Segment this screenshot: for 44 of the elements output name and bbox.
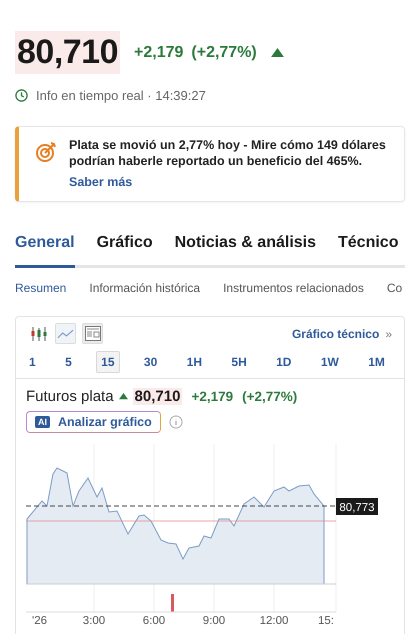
- instrument-price: 80,710: [132, 388, 182, 405]
- interval-button[interactable]: 30: [138, 351, 162, 373]
- interval-button[interactable]: 1M: [363, 351, 390, 373]
- subsection-tab[interactable]: Información histórica: [89, 281, 200, 295]
- axis-label: '26: [32, 615, 47, 627]
- instrument-name: Futuros plata: [26, 388, 114, 405]
- axis-label: 9:00: [202, 615, 226, 627]
- promo-text: Plata se movió un 2,77% hoy - Mire cómo 149 dólares podrían haberle reportado un beneficio del 465%.: [69, 137, 387, 169]
- line-chart-icon[interactable]: [55, 323, 76, 344]
- analyze-chart-button[interactable]: AI Analizar gráfico: [26, 411, 161, 433]
- section-tab[interactable]: Técnico: [338, 234, 398, 268]
- instrument-change-percent: (+2,77%): [242, 389, 298, 404]
- section-tab[interactable]: General: [15, 234, 75, 268]
- axis-label: 15:: [318, 615, 334, 627]
- axis-label: 12:00: [260, 615, 288, 627]
- price-change-percent: (+2,77%): [191, 44, 257, 62]
- clock-icon: [15, 89, 28, 102]
- interval-button[interactable]: 5: [60, 351, 77, 373]
- technical-chart-link[interactable]: Gráfico técnico »: [292, 326, 392, 340]
- interval-button[interactable]: 1W: [316, 351, 344, 373]
- interval-button[interactable]: 15: [96, 351, 120, 373]
- layout-icon[interactable]: [82, 323, 103, 344]
- realtime-status: Info en tiempo real · 14:39:27: [36, 88, 206, 103]
- instrument-change: +2,179: [191, 389, 234, 404]
- last-price-tag: 80,773: [336, 498, 378, 515]
- interval-button[interactable]: 1: [24, 351, 41, 373]
- learn-more-link[interactable]: Saber más: [69, 175, 392, 189]
- interval-button[interactable]: 5H: [226, 351, 252, 373]
- target-icon: [35, 141, 57, 163]
- section-tab[interactable]: Noticias & análisis: [174, 234, 316, 268]
- section-tab[interactable]: Gráfico: [96, 234, 153, 268]
- interval-button[interactable]: 1H: [182, 351, 207, 373]
- axis-label: 6:00: [142, 615, 166, 627]
- up-arrow-icon: [118, 393, 128, 400]
- volume-bar: [171, 594, 174, 612]
- info-icon[interactable]: [168, 415, 183, 429]
- subsection-tab[interactable]: Instrumentos relacionados: [223, 281, 364, 295]
- subsection-tab[interactable]: Co: [386, 281, 402, 295]
- price: 80,710: [15, 31, 120, 74]
- up-arrow-icon: [270, 48, 284, 58]
- interval-button[interactable]: 1D: [271, 351, 296, 373]
- axis-label: 3:00: [82, 615, 106, 627]
- subsection-tab[interactable]: Resumen: [15, 281, 66, 295]
- price-change: +2,179: [134, 44, 184, 62]
